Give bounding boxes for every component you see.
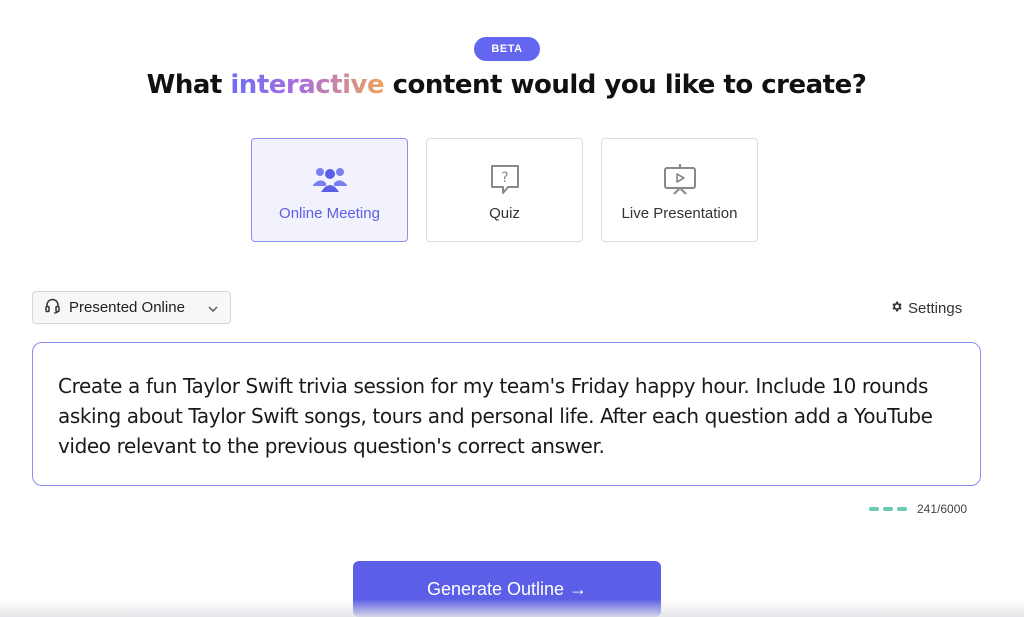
people-group-icon — [312, 163, 348, 195]
presentation-mode-dropdown[interactable]: Presented Online — [32, 291, 231, 324]
character-counter: 241/6000 — [869, 502, 967, 516]
content-type-options: Online Meeting ? Quiz Live Presentation — [251, 138, 758, 242]
page-title-end: content would you like to create? — [384, 70, 867, 100]
generate-outline-button[interactable]: Generate Outline → — [353, 561, 661, 617]
content-type-label: Online Meeting — [279, 205, 380, 222]
settings-label: Settings — [908, 300, 963, 317]
presentation-screen-icon — [663, 163, 697, 195]
content-type-label: Quiz — [489, 205, 520, 222]
progress-dashes — [869, 507, 907, 511]
page-title: What interactive content would you like … — [0, 70, 1013, 100]
page-title-start: What — [146, 70, 231, 100]
question-bubble-icon: ? — [489, 163, 521, 195]
beta-badge: BETA — [474, 37, 540, 61]
gear-icon — [890, 300, 903, 317]
presentation-mode-label: Presented Online — [69, 299, 185, 316]
prompt-textarea[interactable]: Create a fun Taylor Swift trivia session… — [32, 342, 981, 486]
headset-icon — [45, 298, 60, 318]
content-type-quiz[interactable]: ? Quiz — [426, 138, 583, 242]
settings-button[interactable]: Settings — [890, 300, 962, 317]
character-count: 241/6000 — [917, 502, 968, 516]
chevron-down-icon — [208, 299, 218, 316]
page-title-highlight: interactive — [230, 70, 385, 100]
content-type-live-presentation[interactable]: Live Presentation — [601, 138, 758, 242]
svg-text:?: ? — [501, 170, 508, 186]
content-type-online-meeting[interactable]: Online Meeting — [251, 138, 408, 242]
content-type-label: Live Presentation — [621, 205, 738, 222]
